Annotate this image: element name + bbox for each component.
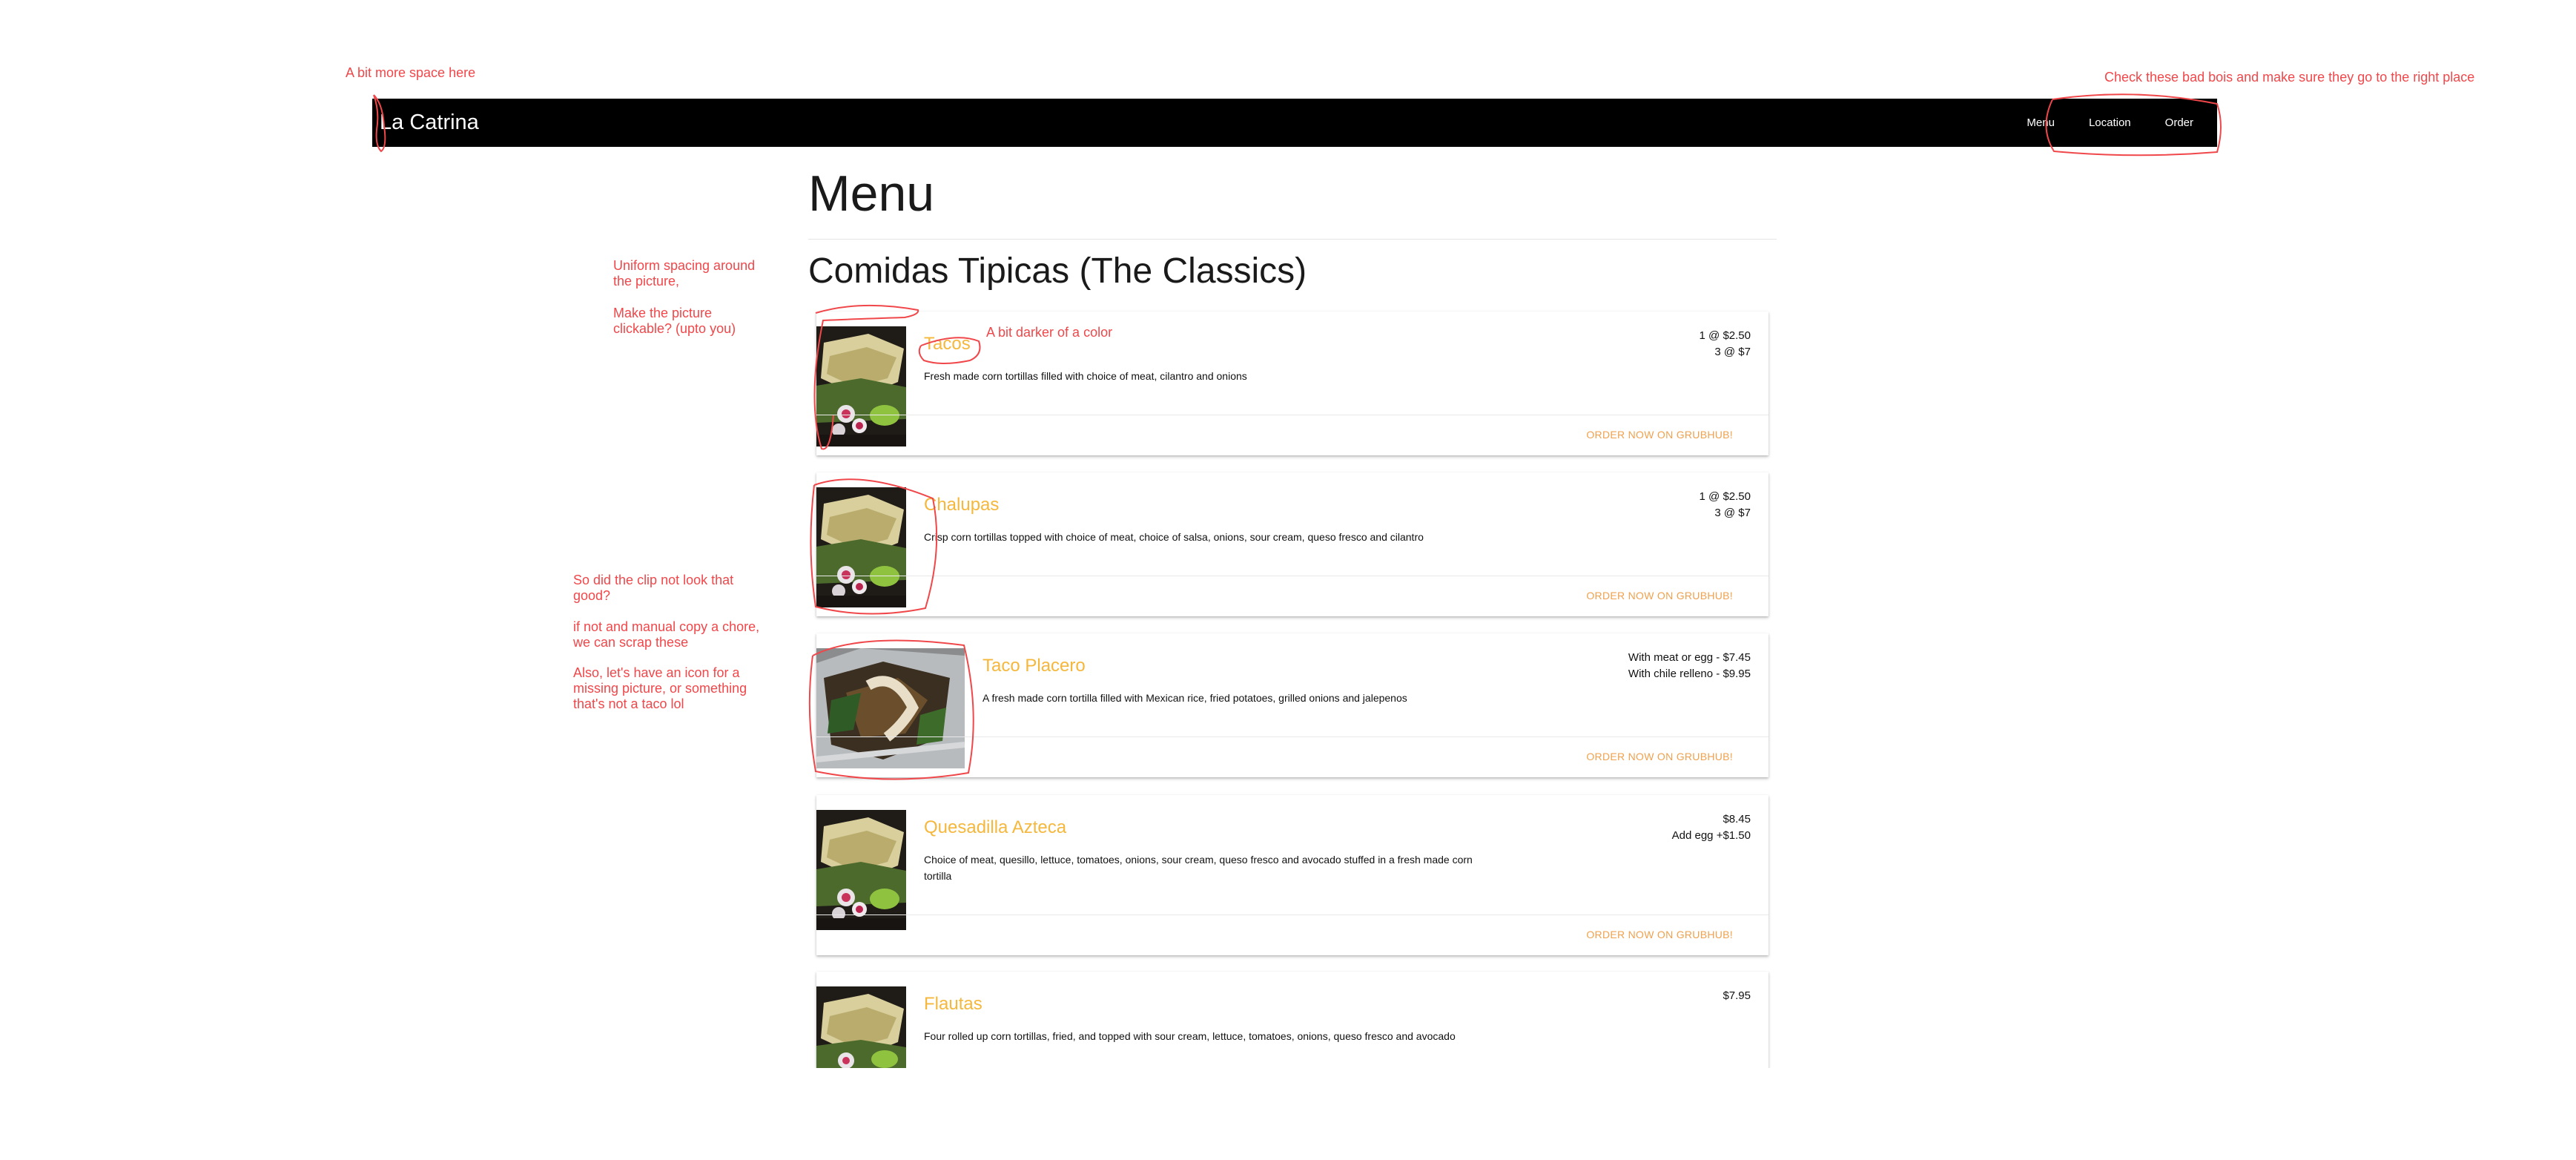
item-description: Crisp corn tortillas topped with choice … xyxy=(924,531,1424,543)
price-line: With meat or egg - $7.45 xyxy=(1628,651,1751,664)
menu-card-flautas: Flautas Four rolled up corn tortillas, f… xyxy=(816,972,1768,1068)
price-line: With chile relleno - $9.95 xyxy=(1628,668,1751,680)
menu-card-taco-placero: Taco Placero A fresh made corn tortilla … xyxy=(816,633,1768,777)
chalupas-photo[interactable] xyxy=(816,487,906,607)
quesadilla-azteca-photo[interactable] xyxy=(816,810,906,930)
price-line: 3 @ $7 xyxy=(1714,507,1751,519)
order-grubhub-link[interactable]: ORDER NOW ON GRUBHUB! xyxy=(1586,590,1733,602)
taco-placero-photo[interactable] xyxy=(816,648,965,768)
nav-link-menu[interactable]: Menu xyxy=(2027,116,2055,129)
annotation-uniform-spacing: Uniform spacing around the picture, xyxy=(613,258,756,289)
annotation-more-space: A bit more space here xyxy=(346,65,476,80)
order-grubhub-link[interactable]: ORDER NOW ON GRUBHUB! xyxy=(1586,929,1733,940)
item-name[interactable]: Quesadilla Azteca xyxy=(924,817,1066,838)
nav-link-location[interactable]: Location xyxy=(2089,116,2131,129)
menu-card-quesadilla-azteca: Quesadilla Azteca Choice of meat, quesil… xyxy=(816,795,1768,955)
taco-photo-illustration xyxy=(816,810,906,930)
nav-link-order[interactable]: Order xyxy=(2165,116,2193,129)
menu-card-tacos: Tacos Fresh made corn tortillas filled w… xyxy=(816,312,1768,455)
flautas-photo[interactable] xyxy=(816,986,906,1068)
item-prices: 1 @ $2.50 3 @ $7 xyxy=(1700,328,1751,360)
annotation-missing-icon: Also, let's have an icon for a missing p… xyxy=(573,665,747,711)
order-grubhub-link[interactable]: ORDER NOW ON GRUBHUB! xyxy=(1586,429,1733,441)
item-name[interactable]: Flautas xyxy=(924,994,982,1015)
tacos-photo[interactable] xyxy=(816,326,906,446)
page-title: Menu xyxy=(808,165,935,222)
item-description: Four rolled up corn tortillas, fried, an… xyxy=(924,1030,1456,1042)
price-line: 3 @ $7 xyxy=(1714,346,1751,358)
taco-photo-illustration xyxy=(816,986,906,1068)
order-grubhub-link[interactable]: ORDER NOW ON GRUBHUB! xyxy=(1586,751,1733,762)
item-prices: With meat or egg - $7.45 With chile rell… xyxy=(1628,650,1751,682)
price-line: $8.45 xyxy=(1723,813,1751,825)
item-name[interactable]: Chalupas xyxy=(924,495,999,515)
item-description: A fresh made corn tortilla filled with M… xyxy=(982,692,1407,704)
nav-links: Menu Location Order xyxy=(1992,116,2193,129)
item-prices: $7.95 xyxy=(1723,988,1751,1004)
price-line: $7.95 xyxy=(1723,989,1751,1002)
item-prices: $8.45 Add egg +$1.50 xyxy=(1672,811,1751,844)
title-divider xyxy=(808,239,1777,240)
brand-logo[interactable]: La Catrina xyxy=(380,111,479,135)
annotation-clip: So did the clip not look that good? xyxy=(573,573,734,603)
placero-photo-illustration xyxy=(816,648,965,768)
item-name[interactable]: Tacos xyxy=(924,334,971,355)
viewport-cutoff xyxy=(801,1068,1787,1160)
menu-card-chalupas: Chalupas Crisp corn tortillas topped wit… xyxy=(816,472,1768,616)
annotation-scrap: if not and manual copy a chore, we can s… xyxy=(573,619,760,650)
annotation-clickable: Make the picture clickable? (upto you) xyxy=(613,306,736,336)
taco-photo-illustration xyxy=(816,487,906,607)
item-prices: 1 @ $2.50 3 @ $7 xyxy=(1700,489,1751,521)
taco-photo-illustration xyxy=(816,326,906,446)
price-line: Add egg +$1.50 xyxy=(1671,829,1751,842)
section-title: Comidas Tipicas (The Classics) xyxy=(808,251,1307,291)
card-divider xyxy=(816,736,1768,737)
price-line: 1 @ $2.50 xyxy=(1699,490,1751,503)
item-description: Choice of meat, quesillo, lettuce, tomat… xyxy=(924,854,1473,882)
top-navbar: La Catrina Menu Location Order xyxy=(372,99,2217,147)
annotation-nav-links: Check these bad bois and make sure they … xyxy=(2104,70,2475,85)
item-name[interactable]: Taco Placero xyxy=(982,656,1086,676)
price-line: 1 @ $2.50 xyxy=(1699,329,1751,342)
annotation-darker-color: A bit darker of a color xyxy=(986,325,1113,340)
item-description: Fresh made corn tortillas filled with ch… xyxy=(924,370,1247,382)
